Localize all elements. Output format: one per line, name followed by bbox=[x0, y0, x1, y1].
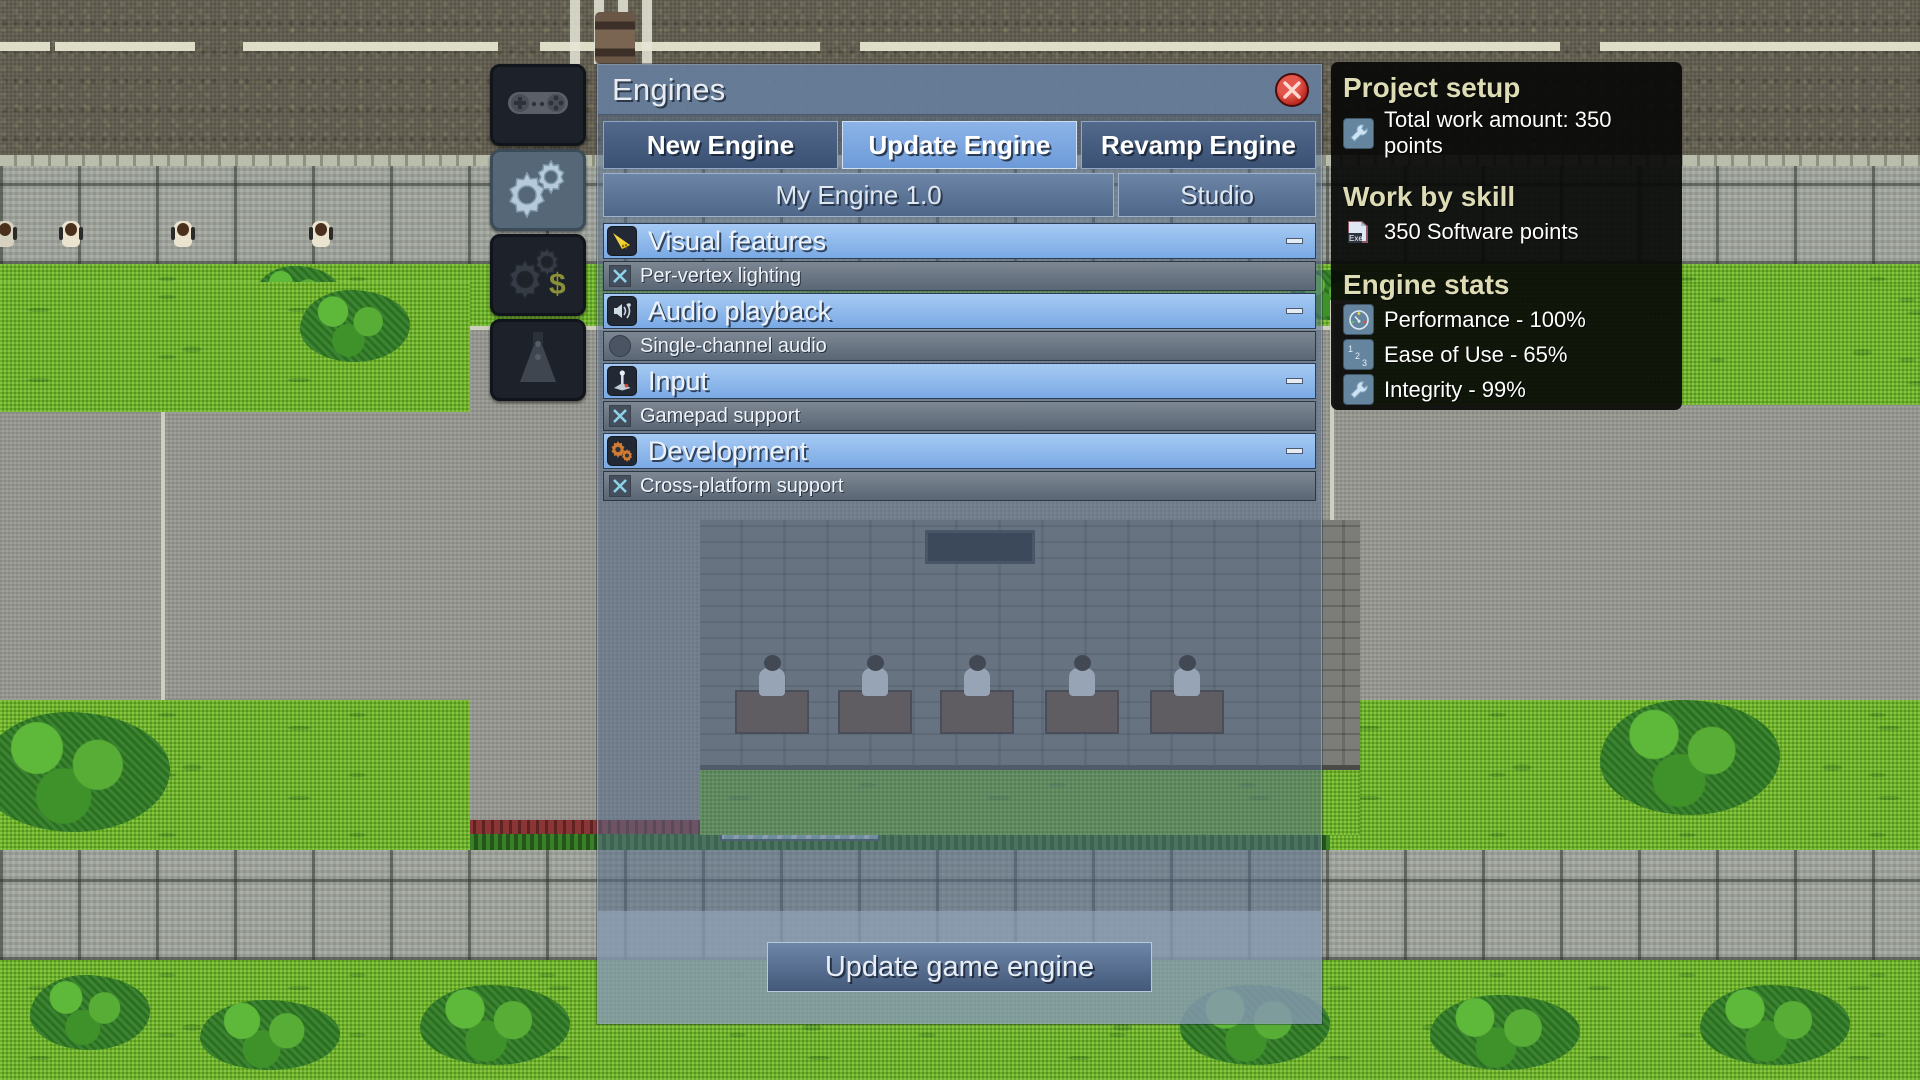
pedestrian bbox=[171, 215, 195, 249]
toolbar-button-stats[interactable] bbox=[490, 319, 586, 401]
total-work-amount: Total work amount: 350 points bbox=[1384, 107, 1612, 158]
lane-marking bbox=[0, 42, 50, 51]
feature-label: Single-channel audio bbox=[640, 334, 827, 357]
svg-text:1: 1 bbox=[1348, 344, 1353, 354]
x-mark-icon[interactable] bbox=[609, 265, 631, 287]
ease-of-use-value: Ease of Use - 65% bbox=[1384, 341, 1568, 367]
feature-label: Gamepad support bbox=[640, 404, 801, 427]
software-points: 350 Software points bbox=[1384, 218, 1579, 244]
software-exe-icon: Exe bbox=[1343, 216, 1374, 247]
svg-text:3: 3 bbox=[1362, 358, 1367, 368]
feature-row-gamepad-support[interactable]: Gamepad support bbox=[603, 401, 1316, 431]
category-header-visual-features[interactable]: Visual features bbox=[603, 223, 1316, 259]
subtab-my-engine[interactable]: My Engine 1.0 bbox=[603, 173, 1115, 217]
feature-row-single-channel-audio[interactable]: Single-channel audio bbox=[603, 331, 1316, 361]
close-x-icon bbox=[1281, 79, 1303, 101]
wrench-icon bbox=[1343, 374, 1374, 405]
x-mark-icon[interactable] bbox=[609, 405, 631, 427]
info-row-software-points: Exe 350 Software points bbox=[1343, 216, 1670, 247]
gauge-icon bbox=[1343, 304, 1374, 335]
svg-text:$: $ bbox=[549, 268, 566, 301]
close-button[interactable] bbox=[1275, 72, 1309, 107]
project-setup-title: Project setup bbox=[1343, 72, 1521, 103]
engine-stats-title: Engine stats bbox=[1343, 269, 1510, 300]
svg-text:2: 2 bbox=[1355, 351, 1360, 361]
category-label: Development bbox=[648, 435, 808, 466]
dialog-titlebar: Engines bbox=[598, 65, 1321, 115]
collapse-toggle[interactable] bbox=[1286, 378, 1303, 384]
bush bbox=[1430, 995, 1580, 1070]
category-header-audio-playback[interactable]: Audio playback bbox=[603, 293, 1316, 329]
info-row-performance: Performance - 100% bbox=[1343, 304, 1670, 335]
project-info-panel: Project setup Total work amount: 350 poi… bbox=[1331, 62, 1682, 410]
speaker-note-icon bbox=[607, 296, 637, 326]
tree bbox=[1600, 700, 1780, 815]
side-toolbar: $ bbox=[490, 64, 586, 404]
gamepad-icon bbox=[506, 86, 570, 125]
toolbar-button-settings[interactable] bbox=[490, 149, 586, 231]
bush bbox=[200, 1000, 340, 1070]
collapse-toggle[interactable] bbox=[1286, 448, 1303, 454]
subtab-studio[interactable]: Studio bbox=[1118, 173, 1316, 217]
engines-dialog: Engines New Engine Update Engine Revamp … bbox=[597, 64, 1322, 1024]
category-header-input[interactable]: Input bbox=[603, 363, 1316, 399]
pedestrian bbox=[309, 215, 333, 249]
bush bbox=[420, 985, 570, 1065]
tab-new-engine[interactable]: New Engine bbox=[603, 121, 838, 169]
dialog-title: Engines bbox=[612, 71, 726, 107]
lighting-beam-icon bbox=[607, 226, 637, 256]
feature-row-per-vertex-lighting[interactable]: Per-vertex lighting bbox=[603, 261, 1316, 291]
info-row-ease-of-use: 1 2 3 Ease of Use - 65% bbox=[1343, 339, 1670, 370]
chart-icon bbox=[506, 331, 570, 389]
toolbar-button-gamepad[interactable] bbox=[490, 64, 586, 146]
dialog-footer: Update game engine bbox=[598, 911, 1321, 1023]
update-game-engine-button[interactable]: Update game engine bbox=[767, 942, 1152, 992]
performance-value: Performance - 100% bbox=[1384, 306, 1586, 332]
collapse-toggle[interactable] bbox=[1286, 238, 1303, 244]
collapse-toggle[interactable] bbox=[1286, 308, 1303, 314]
tab-update-engine[interactable]: Update Engine bbox=[842, 121, 1077, 169]
gears-icon bbox=[607, 436, 637, 466]
feature-list: Visual features Per-vertex lighting Audi… bbox=[598, 217, 1321, 501]
category-label: Input bbox=[648, 365, 709, 396]
svg-text:Exe: Exe bbox=[1349, 234, 1363, 243]
integrity-value: Integrity - 99% bbox=[1384, 376, 1526, 402]
info-row-total-work: Total work amount: 350 points bbox=[1343, 107, 1670, 159]
lane-marking bbox=[55, 42, 160, 51]
circle-icon[interactable] bbox=[609, 335, 631, 357]
feature-label: Per-vertex lighting bbox=[640, 264, 802, 287]
lane-marking bbox=[243, 42, 498, 51]
toolbar-button-finances[interactable]: $ bbox=[490, 234, 586, 316]
joystick-icon bbox=[607, 366, 637, 396]
gears-settings-icon bbox=[503, 157, 573, 224]
wrench-icon bbox=[1343, 117, 1374, 149]
bush bbox=[30, 975, 150, 1050]
lane-marking bbox=[150, 42, 195, 51]
tree bbox=[300, 290, 410, 362]
gear-money-icon: $ bbox=[503, 242, 573, 309]
engine-subtabs: My Engine 1.0 Studio bbox=[598, 169, 1321, 217]
grass bbox=[0, 282, 470, 412]
category-label: Visual features bbox=[648, 225, 827, 256]
category-label: Audio playback bbox=[648, 295, 832, 326]
tab-revamp-engine[interactable]: Revamp Engine bbox=[1081, 121, 1316, 169]
car bbox=[595, 12, 635, 64]
work-by-skill-title: Work by skill bbox=[1343, 181, 1516, 212]
pedestrian bbox=[0, 215, 17, 249]
dialog-body-area bbox=[598, 465, 1321, 911]
category-header-development[interactable]: Development bbox=[603, 433, 1316, 469]
pedestrian bbox=[59, 215, 83, 249]
lane-marking bbox=[1600, 42, 1920, 51]
bush bbox=[1700, 985, 1850, 1065]
numbers-icon: 1 2 3 bbox=[1343, 339, 1374, 370]
engine-mode-tabs: New Engine Update Engine Revamp Engine bbox=[598, 115, 1321, 169]
lane-marking bbox=[860, 42, 1560, 51]
info-row-integrity: Integrity - 99% bbox=[1343, 374, 1670, 405]
